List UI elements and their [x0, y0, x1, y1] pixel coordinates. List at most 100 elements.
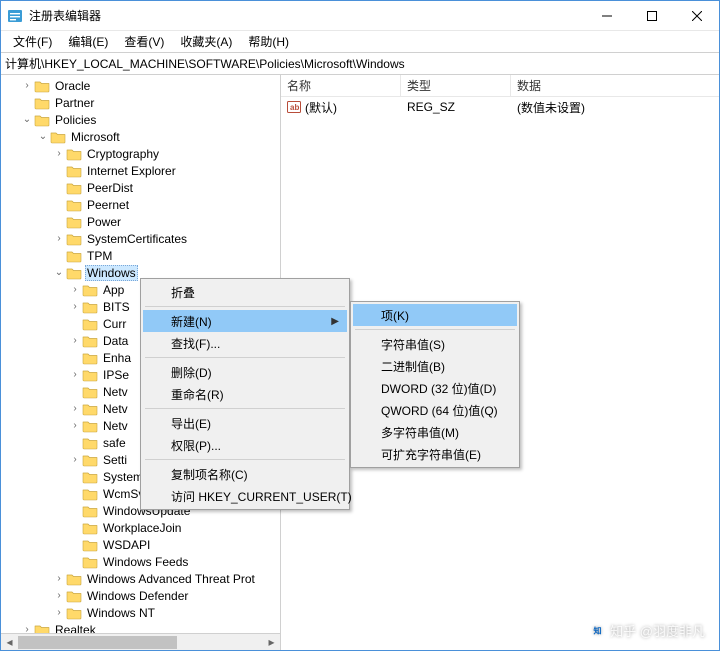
tree-label: WSDAPI [101, 538, 152, 552]
expand-icon[interactable]: › [69, 369, 81, 380]
menu-file[interactable]: 文件(F) [5, 31, 60, 52]
scroll-left-button[interactable]: ◂ [1, 634, 18, 651]
separator [145, 408, 345, 409]
tree-node-partner[interactable]: Partner [1, 94, 280, 111]
folder-icon [82, 436, 98, 450]
expand-icon[interactable]: › [53, 233, 65, 244]
expand-icon[interactable]: › [53, 148, 65, 159]
separator [355, 329, 515, 330]
ctx-new-dword[interactable]: DWORD (32 位)值(D) [353, 377, 517, 399]
ctx-collapse[interactable]: 折叠 [143, 281, 347, 303]
scroll-track[interactable] [18, 634, 263, 651]
expand-icon[interactable]: ⌄ [53, 267, 65, 278]
scroll-thumb[interactable] [18, 636, 177, 649]
tree-node-cryptography[interactable]: ›Cryptography [1, 145, 280, 162]
ctx-rename[interactable]: 重命名(R) [143, 383, 347, 405]
tree-label: App [101, 283, 126, 297]
ctx-find[interactable]: 查找(F)... [143, 332, 347, 354]
ctx-new-string[interactable]: 字符串值(S) [353, 333, 517, 355]
menu-view[interactable]: 查看(V) [116, 31, 172, 52]
ctx-new-qword[interactable]: QWORD (64 位)值(Q) [353, 399, 517, 421]
menu-edit[interactable]: 编辑(E) [60, 31, 116, 52]
context-menu: 折叠 新建(N)▶ 查找(F)... 删除(D) 重命名(R) 导出(E) 权限… [140, 278, 350, 510]
folder-icon [82, 334, 98, 348]
tree-node-tpm[interactable]: TPM [1, 247, 280, 264]
tree-label: Netv [101, 402, 130, 416]
ctx-new[interactable]: 新建(N)▶ [143, 310, 347, 332]
tree-node-microsoft[interactable]: ⌄Microsoft [1, 128, 280, 145]
folder-icon [82, 470, 98, 484]
svg-text:ab: ab [290, 103, 299, 112]
folder-icon [66, 198, 82, 212]
tree-node-power[interactable]: Power [1, 213, 280, 230]
expand-icon[interactable]: › [69, 403, 81, 414]
tree-label: WorkplaceJoin [101, 521, 183, 535]
tree-node-wsdapi[interactable]: WSDAPI [1, 536, 280, 553]
expand-icon[interactable]: › [69, 301, 81, 312]
ctx-copy-keyname[interactable]: 复制项名称(C) [143, 463, 347, 485]
expand-icon[interactable]: ⌄ [21, 114, 33, 125]
col-data[interactable]: 数据 [511, 75, 719, 96]
minimize-button[interactable] [584, 1, 629, 30]
expand-icon[interactable]: › [53, 573, 65, 584]
expand-icon[interactable]: › [69, 420, 81, 431]
tree-label: safe [101, 436, 128, 450]
address-bar[interactable]: 计算机\HKEY_LOCAL_MACHINE\SOFTWARE\Policies… [1, 53, 719, 75]
ctx-new-multistring[interactable]: 多字符串值(M) [353, 421, 517, 443]
tree-node-policies[interactable]: ⌄Policies [1, 111, 280, 128]
folder-icon [82, 521, 98, 535]
expand-icon[interactable]: › [69, 284, 81, 295]
expand-icon[interactable]: › [69, 454, 81, 465]
context-submenu-new: 项(K) 字符串值(S) 二进制值(B) DWORD (32 位)值(D) QW… [350, 301, 520, 468]
title-bar: 注册表编辑器 [1, 1, 719, 31]
list-row[interactable]: ab (默认) REG_SZ (数值未设置) [281, 97, 719, 117]
tree-label: TPM [85, 249, 114, 263]
tree-node-peernet[interactable]: Peernet [1, 196, 280, 213]
expand-icon[interactable]: › [53, 607, 65, 618]
menu-help[interactable]: 帮助(H) [240, 31, 297, 52]
tree-node-systemcertificates[interactable]: › SystemCertificates [1, 230, 280, 247]
col-type[interactable]: 类型 [401, 75, 511, 96]
expand-icon[interactable]: › [21, 80, 33, 91]
tree-node-workplacejoin[interactable]: WorkplaceJoin [1, 519, 280, 536]
tree-node-nt[interactable]: ›Windows NT [1, 604, 280, 621]
ctx-goto-hkcu[interactable]: 访问 HKEY_CURRENT_USER(T) [143, 485, 347, 507]
separator [145, 306, 345, 307]
tree-node-windowsfeeds[interactable]: Windows Feeds [1, 553, 280, 570]
submenu-arrow-icon: ▶ [331, 316, 339, 327]
tree-node-peerdist[interactable]: PeerDist [1, 179, 280, 196]
ctx-new-binary[interactable]: 二进制值(B) [353, 355, 517, 377]
menu-favorites[interactable]: 收藏夹(A) [172, 31, 240, 52]
regedit-window: 注册表编辑器 文件(F) 编辑(E) 查看(V) 收藏夹(A) 帮助(H) 计算… [0, 0, 720, 651]
tree-node-defender[interactable]: ›Windows Defender [1, 587, 280, 604]
ctx-new-key[interactable]: 项(K) [353, 304, 517, 326]
tree-label: Setti [101, 453, 129, 467]
tree-hscrollbar[interactable]: ◂ ▸ [1, 633, 280, 650]
ctx-permissions[interactable]: 权限(P)... [143, 434, 347, 456]
folder-icon [66, 266, 82, 280]
tree-label: System [101, 470, 145, 484]
ctx-new-expandstring[interactable]: 可扩充字符串值(E) [353, 443, 517, 465]
value-type: REG_SZ [407, 100, 517, 114]
expand-icon[interactable]: ⌄ [37, 131, 49, 142]
scroll-right-button[interactable]: ▸ [263, 634, 280, 651]
folder-icon [82, 402, 98, 416]
folder-icon [82, 317, 98, 331]
tree-node-oracle[interactable]: › Oracle [1, 77, 280, 94]
folder-icon [66, 215, 82, 229]
maximize-button[interactable] [629, 1, 674, 30]
ctx-delete[interactable]: 删除(D) [143, 361, 347, 383]
list-header: 名称 类型 数据 [281, 75, 719, 97]
col-name[interactable]: 名称 [281, 75, 401, 96]
close-button[interactable] [674, 1, 719, 30]
expand-icon[interactable]: › [53, 590, 65, 601]
tree-label: SystemCertificates [85, 232, 189, 246]
ctx-export[interactable]: 导出(E) [143, 412, 347, 434]
folder-icon [66, 606, 82, 620]
window-title: 注册表编辑器 [29, 7, 584, 24]
expand-icon[interactable]: › [69, 335, 81, 346]
tree-node-watp[interactable]: ›Windows Advanced Threat Prot [1, 570, 280, 587]
tree-node-ie[interactable]: Internet Explorer [1, 162, 280, 179]
tree-label: Oracle [53, 79, 92, 93]
address-text: 计算机\HKEY_LOCAL_MACHINE\SOFTWARE\Policies… [5, 55, 405, 72]
